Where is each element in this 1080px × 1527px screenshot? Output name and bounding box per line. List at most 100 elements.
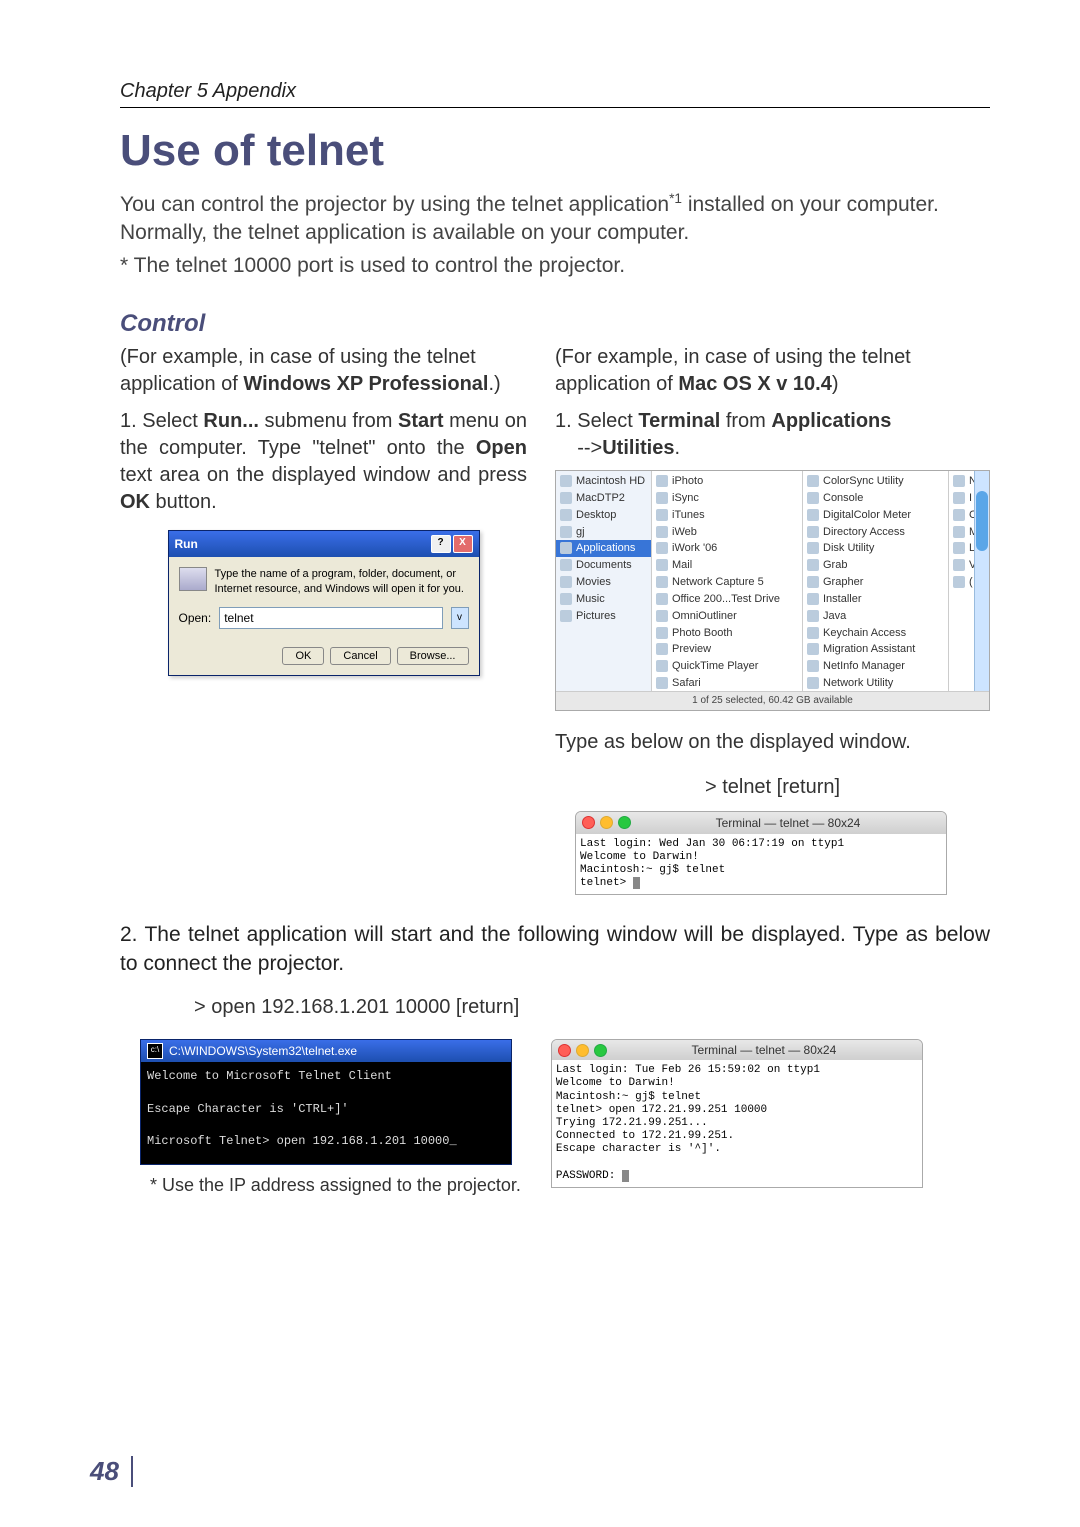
close-icon[interactable] [558,1044,571,1057]
t: --> [572,437,603,459]
finder-status-bar: 1 of 25 selected, 60.42 GB available [556,691,989,710]
finder-item[interactable]: Applications [556,540,651,557]
finder-item[interactable]: Grapher [803,574,948,591]
t: . [674,437,680,459]
help-button[interactable]: ? [431,535,451,553]
finder-item[interactable]: Keychain Access [803,625,948,642]
finder-item[interactable]: Disk Utility [803,540,948,557]
t: Terminal [638,410,720,432]
finder-item[interactable]: iPhoto [652,473,802,490]
terminal-body[interactable]: Last login: Wed Jan 30 06:17:19 on ttyp1… [576,834,946,895]
win-console-wrap: c:\ C:\WINDOWS\System32\telnet.exe Welco… [120,1039,521,1196]
intro-paragraph: You can control the projector by using t… [120,190,990,248]
t: Start [398,410,444,432]
finder-item[interactable]: QuickTime Player [652,658,802,675]
run-dialog-title: Run [175,536,198,552]
finder-item[interactable]: Grab [803,557,948,574]
terminal-lines: Last login: Wed Jan 30 06:17:19 on ttyp1… [580,838,844,890]
finder-item[interactable]: Office 200...Test Drive [652,591,802,608]
finder-item[interactable]: iWeb [652,524,802,541]
finder-window: Macintosh HDMacDTP2DesktopgjApplications… [555,470,990,711]
finder-item[interactable]: Network Capture 5 [652,574,802,591]
left-step-1: 1. Select Run... submenu from Start menu… [120,408,527,516]
finder-item[interactable]: Network Utility [803,675,948,691]
finder-item[interactable]: Console [803,490,948,507]
page-title: Use of telnet [120,126,990,176]
chapter-heading: Chapter 5 Appendix [120,80,990,108]
finder-item[interactable]: Pictures [556,608,651,625]
finder-item[interactable]: Preview [652,641,802,658]
finder-scrollbar[interactable] [974,471,989,691]
minimize-icon[interactable] [576,1044,589,1057]
ok-button[interactable]: OK [282,647,324,665]
left-intro-b: Windows XP Professional [243,373,488,395]
open-input[interactable] [219,607,442,629]
zoom-icon[interactable] [618,816,631,829]
finder-col-utilities: ColorSync UtilityConsoleDigitalColor Met… [803,471,949,691]
finder-item[interactable]: Installer [803,591,948,608]
terminal-body[interactable]: Last login: Tue Feb 26 15:59:02 on ttyp1… [552,1060,922,1187]
run-dialog-titlebar: Run ? X [169,531,479,557]
cursor-icon [622,1170,629,1182]
step-2-text: 2. The telnet application will start and… [120,921,990,978]
terminal-lines: Last login: Tue Feb 26 15:59:02 on ttyp1… [556,1064,820,1182]
finder-item[interactable]: iTunes [652,507,802,524]
type-below-cmd: > telnet [return] [555,774,990,801]
t: 1. Select [555,410,638,432]
finder-item[interactable]: Mail [652,557,802,574]
t: from [720,410,771,432]
finder-item[interactable]: Music [556,591,651,608]
finder-item[interactable]: ColorSync Utility [803,473,948,490]
console-body[interactable]: Welcome to Microsoft Telnet Client Escap… [141,1062,511,1164]
finder-col-apps: iPhotoiSynciTunesiWebiWork '06MailNetwor… [652,471,803,691]
run-dialog: Run ? X Type the name of a program, fold… [168,530,480,676]
zoom-icon[interactable] [594,1044,607,1057]
t: OK [120,491,150,513]
t: button. [150,491,217,513]
finder-item[interactable]: Java [803,608,948,625]
finder-item[interactable]: Desktop [556,507,651,524]
t: ) [832,373,839,395]
finder-item[interactable]: iWork '06 [652,540,802,557]
step-2-cmd: > open 192.168.1.201 10000 [return] [120,996,990,1019]
finder-item[interactable]: Macintosh HD [556,473,651,490]
browse-button[interactable]: Browse... [397,647,469,665]
minimize-icon[interactable] [600,816,613,829]
close-icon[interactable] [582,816,595,829]
dropdown-button[interactable]: v [451,607,469,629]
finder-item[interactable]: Directory Access [803,524,948,541]
cancel-button[interactable]: Cancel [330,647,390,665]
finder-item[interactable]: Migration Assistant [803,641,948,658]
terminal-title: Terminal — telnet — 80x24 [636,815,940,831]
t: Mac OS X v 10.4 [678,373,831,395]
finder-item[interactable]: Documents [556,557,651,574]
finder-item[interactable]: DigitalColor Meter [803,507,948,524]
finder-item[interactable]: Safari [652,675,802,691]
console-title: C:\WINDOWS\System32\telnet.exe [169,1044,357,1058]
column-windows: (For example, in case of using the telne… [120,344,527,895]
t: text area on the displayed window and pr… [120,464,527,486]
left-intro-c: .) [488,373,500,395]
finder-item[interactable]: NetInfo Manager [803,658,948,675]
terminal-title: Terminal — telnet — 80x24 [612,1043,916,1057]
finder-item[interactable]: MacDTP2 [556,490,651,507]
t: Run... [203,410,259,432]
t: submenu from [259,410,398,432]
finder-sidebar: Macintosh HDMacDTP2DesktopgjApplications… [556,471,652,691]
open-label: Open: [179,610,212,626]
finder-item[interactable]: Photo Booth [652,625,802,642]
run-dialog-desc: Type the name of a program, folder, docu… [215,567,469,597]
intro-text-a: You can control the projector by using t… [120,193,669,216]
finder-item[interactable]: iSync [652,490,802,507]
column-mac: (For example, in case of using the telne… [555,344,990,895]
finder-item[interactable]: OmniOutliner [652,608,802,625]
right-step-1: 1. Select Terminal from Applications -->… [555,408,990,462]
finder-item[interactable]: Movies [556,574,651,591]
section-control-heading: Control [120,310,990,338]
close-button[interactable]: X [453,535,473,553]
ip-footnote: * Use the IP address assigned to the pro… [150,1175,521,1196]
intro-note: * The telnet 10000 port is used to contr… [120,252,990,280]
t: Applications [771,410,891,432]
finder-item[interactable]: gj [556,524,651,541]
cursor-icon [633,877,640,889]
